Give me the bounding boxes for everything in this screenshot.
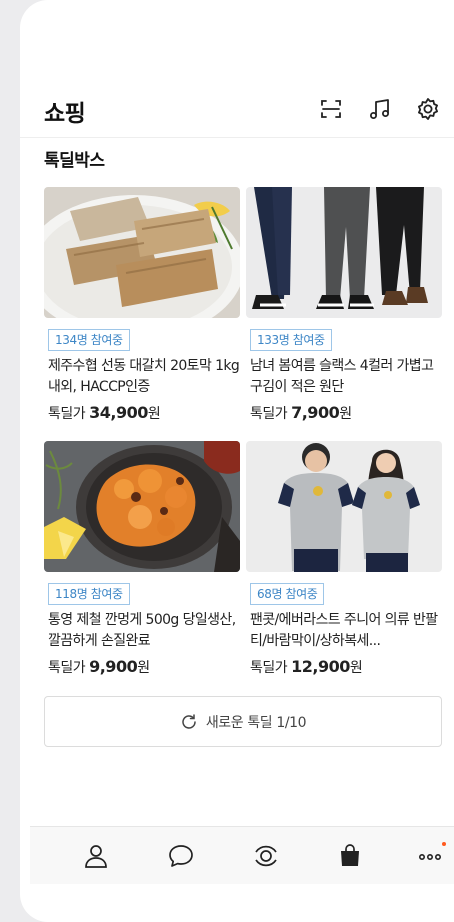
- refresh-icon: [182, 713, 196, 729]
- price-value: 7,900: [291, 403, 340, 422]
- scan-icon[interactable]: [318, 96, 344, 122]
- product-name[interactable]: 제주수협 선동 대갈치 20토막 1kg내외, HACCP인증: [48, 356, 240, 398]
- price-value: 34,900: [89, 403, 148, 422]
- price-prefix: 톡딜가: [250, 660, 292, 676]
- product-image[interactable]: [246, 441, 442, 572]
- person-icon: [85, 845, 107, 868]
- tab-more[interactable]: [415, 841, 445, 871]
- chat-bubble-icon: [169, 845, 193, 867]
- product-image[interactable]: [246, 187, 442, 318]
- price-value: 12,900: [291, 657, 350, 676]
- product-name[interactable]: 통영 제철 깐멍게 500g 당일생산, 깔끔하게 손질완료: [48, 610, 240, 652]
- product-name[interactable]: 팬콧/에버라스트 주니어 의류 반팔티/바람막이/상하복세...: [250, 610, 442, 652]
- product-card[interactable]: 134명 참여중 제주수협 선동 대갈치 20토막 1kg내외, HACCP인증…: [44, 187, 240, 423]
- tab-friends[interactable]: [81, 841, 111, 871]
- refresh-label: 새로운 톡딜 1/10: [205, 714, 307, 731]
- phone-screen: 쇼핑 톡딜박스 134명 참여중 제주수협 선동 대갈치 20토막 1kg내외,…: [20, 0, 454, 922]
- price-prefix: 톡딜가: [250, 406, 292, 422]
- participants-badge: 68명 참여중: [250, 583, 325, 605]
- notification-dot: [442, 842, 446, 846]
- product-image[interactable]: [44, 187, 240, 318]
- price-prefix: 톡딜가: [48, 406, 90, 422]
- section-title: 톡딜박스: [44, 151, 105, 171]
- product-price: 톡딜가 7,900원: [250, 403, 442, 423]
- app-header: 쇼핑: [20, 86, 454, 138]
- product-price: 톡딜가 34,900원: [48, 403, 240, 423]
- price-value: 9,900: [89, 657, 138, 676]
- participants-badge: 118명 참여중: [48, 583, 130, 605]
- participants-badge: 133명 참여중: [250, 329, 332, 351]
- product-image[interactable]: [44, 441, 240, 572]
- more-dots-icon: [419, 854, 441, 861]
- product-card[interactable]: 133명 참여중 남녀 봄여름 슬랙스 4컬러 가볍고 구김이 적은 원단 톡딜…: [246, 187, 442, 423]
- page-title: 쇼핑: [44, 101, 86, 127]
- product-card[interactable]: 68명 참여중 팬콧/에버라스트 주니어 의류 반팔티/바람막이/상하복세...…: [246, 441, 442, 677]
- product-price: 톡딜가 9,900원: [48, 657, 240, 677]
- refresh-deals-button[interactable]: 새로운 톡딜 1/10: [44, 696, 442, 747]
- price-prefix: 톡딜가: [48, 660, 90, 676]
- eye-icon: [255, 845, 277, 867]
- tab-chats[interactable]: [166, 841, 196, 871]
- bottom-tab-bar: [30, 826, 454, 884]
- gear-icon[interactable]: [415, 96, 441, 122]
- product-name[interactable]: 남녀 봄여름 슬랙스 4컬러 가볍고 구김이 적은 원단: [250, 356, 442, 398]
- music-icon[interactable]: [367, 96, 393, 122]
- participants-badge: 134명 참여중: [48, 329, 130, 351]
- price-unit: 원: [339, 406, 352, 422]
- tab-view[interactable]: [251, 841, 281, 871]
- shopping-bag-icon: [341, 844, 359, 866]
- tab-shopping[interactable]: [335, 841, 365, 871]
- price-unit: 원: [147, 406, 161, 422]
- price-unit: 원: [137, 660, 150, 676]
- price-unit: 원: [349, 660, 363, 676]
- product-price: 톡딜가 12,900원: [250, 657, 442, 677]
- product-card[interactable]: 118명 참여중 통영 제철 깐멍게 500g 당일생산, 깔끔하게 손질완료 …: [44, 441, 240, 677]
